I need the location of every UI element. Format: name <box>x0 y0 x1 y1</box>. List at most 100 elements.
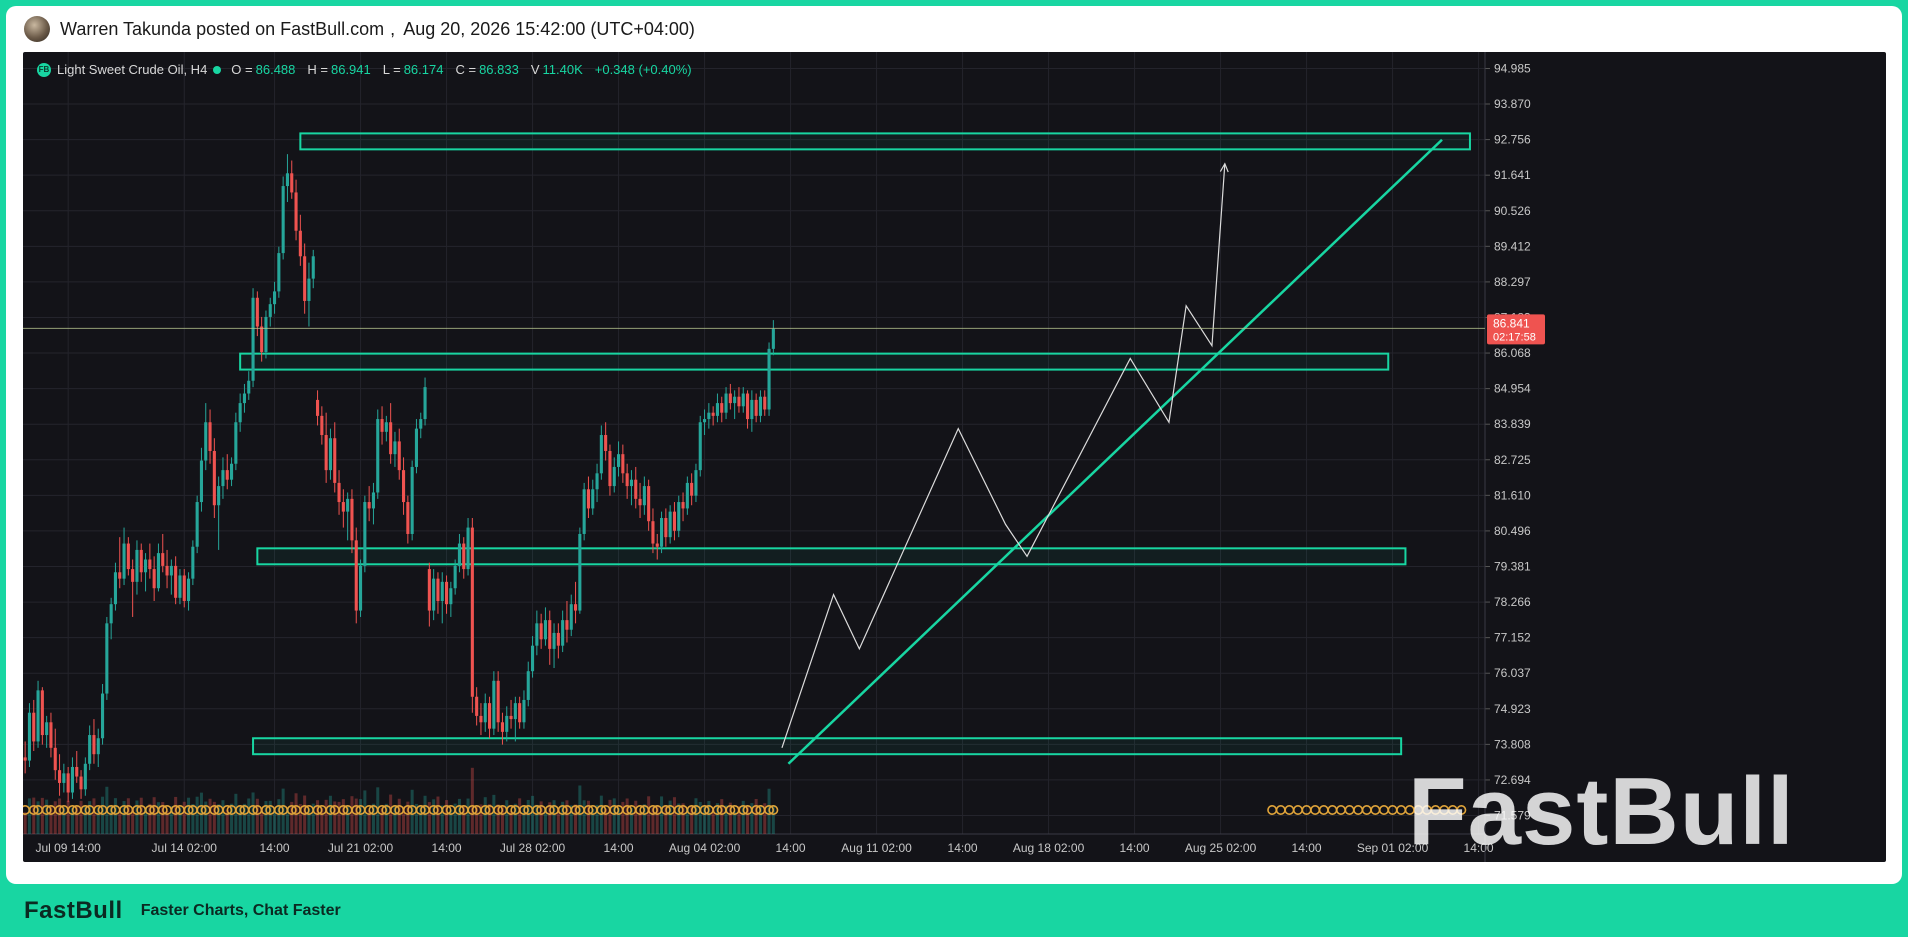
candle <box>685 476 689 515</box>
x-tick-label: Aug 18 02:00 <box>1013 841 1085 855</box>
candle-body <box>479 715 483 723</box>
candle-body <box>75 766 79 777</box>
candle <box>694 463 698 503</box>
candle-body <box>195 502 199 547</box>
author-avatar[interactable] <box>24 16 50 42</box>
candle-body <box>45 722 49 736</box>
candle <box>346 492 350 541</box>
candle <box>668 505 672 544</box>
candle-body <box>496 680 500 723</box>
y-tick-label: 80.496 <box>1494 524 1531 538</box>
candle-body <box>165 565 169 576</box>
candle-body <box>445 581 449 605</box>
fastbull-badge-icon: FB <box>37 62 51 77</box>
symbol-label[interactable]: Light Sweet Crude Oil, H4 <box>57 62 207 77</box>
candle-body <box>393 441 397 455</box>
candle-body <box>230 463 234 480</box>
candle <box>62 763 66 793</box>
volume-bar <box>350 796 354 834</box>
candle <box>642 476 646 515</box>
candle <box>367 486 371 522</box>
candle <box>758 390 762 423</box>
candle-body <box>126 543 130 570</box>
x-tick-label: Jul 14 02:00 <box>152 841 218 855</box>
candle <box>118 537 122 589</box>
candle-body <box>397 441 401 471</box>
candle-body <box>384 422 388 432</box>
candle-body <box>488 703 492 729</box>
candle-body <box>311 256 315 279</box>
y-tick-label: 86.068 <box>1494 346 1531 360</box>
candle <box>165 549 169 589</box>
candle <box>445 575 449 614</box>
author-line[interactable]: Warren Takunda posted on FastBull.com <box>60 19 384 40</box>
x-tick-label: 14:00 <box>260 841 290 855</box>
candle <box>436 572 440 614</box>
candle <box>574 581 578 624</box>
volume-bar <box>92 798 96 834</box>
candle <box>741 387 745 413</box>
candle <box>647 479 651 531</box>
candle-body <box>298 230 302 257</box>
candle <box>531 636 535 678</box>
candle <box>466 518 470 576</box>
candle <box>337 470 341 515</box>
candle <box>359 559 363 617</box>
candle <box>660 511 664 554</box>
candle-body <box>320 415 324 436</box>
candle-body <box>169 565 173 576</box>
x-tick-label: Aug 25 02:00 <box>1185 841 1257 855</box>
candle <box>88 725 92 771</box>
candle <box>75 751 79 783</box>
volume-bar <box>518 798 522 834</box>
candle <box>144 553 148 592</box>
candle <box>539 613 543 649</box>
candle-body <box>595 473 599 490</box>
candle-body <box>698 422 702 471</box>
candle <box>281 176 285 260</box>
candle <box>113 562 117 611</box>
candle-body <box>144 559 148 573</box>
candle-body <box>350 498 354 541</box>
candle-body <box>273 291 277 305</box>
candle-body <box>728 393 732 404</box>
candle-body <box>638 498 642 506</box>
low-label: L = <box>382 62 401 77</box>
candle-body <box>651 521 655 544</box>
event-marker-icon <box>1292 804 1303 815</box>
candle <box>746 390 750 429</box>
y-tick-label: 94.985 <box>1494 61 1531 75</box>
candle <box>604 422 608 461</box>
volume-bar <box>341 799 345 834</box>
candle <box>763 390 767 416</box>
candle-body <box>414 428 418 467</box>
event-marker-icon <box>1318 804 1329 815</box>
candle <box>156 543 160 592</box>
candle <box>505 706 509 742</box>
candle <box>234 412 238 471</box>
candle-body <box>359 565 363 611</box>
footer-logo[interactable]: FastBull <box>24 897 123 925</box>
candle-body <box>612 466 616 487</box>
candle <box>255 291 259 337</box>
candle-body <box>242 393 246 404</box>
candle <box>371 482 375 525</box>
volume-bar <box>40 797 44 834</box>
volume-bar <box>432 799 436 834</box>
candle <box>350 489 354 554</box>
volume-bar <box>582 800 586 834</box>
support-resistance-zone <box>256 547 1407 566</box>
candle <box>221 457 225 499</box>
candle <box>754 393 758 423</box>
candle-body <box>432 578 436 611</box>
volume-bar <box>32 797 36 834</box>
candle <box>432 569 436 621</box>
candle <box>324 412 328 483</box>
candle <box>629 470 633 506</box>
post-header: Warren Takunda posted on FastBull.com , … <box>6 6 1902 52</box>
chart-area[interactable]: 94.985 93.870 92.756 91.641 90.526 89.412 88.2… <box>23 52 1886 862</box>
price-chart[interactable]: 94.985 93.870 92.756 91.641 90.526 89.412 88.2… <box>23 52 1886 862</box>
candle <box>212 438 216 519</box>
volume-bar <box>45 799 49 834</box>
candle-body <box>105 623 109 694</box>
